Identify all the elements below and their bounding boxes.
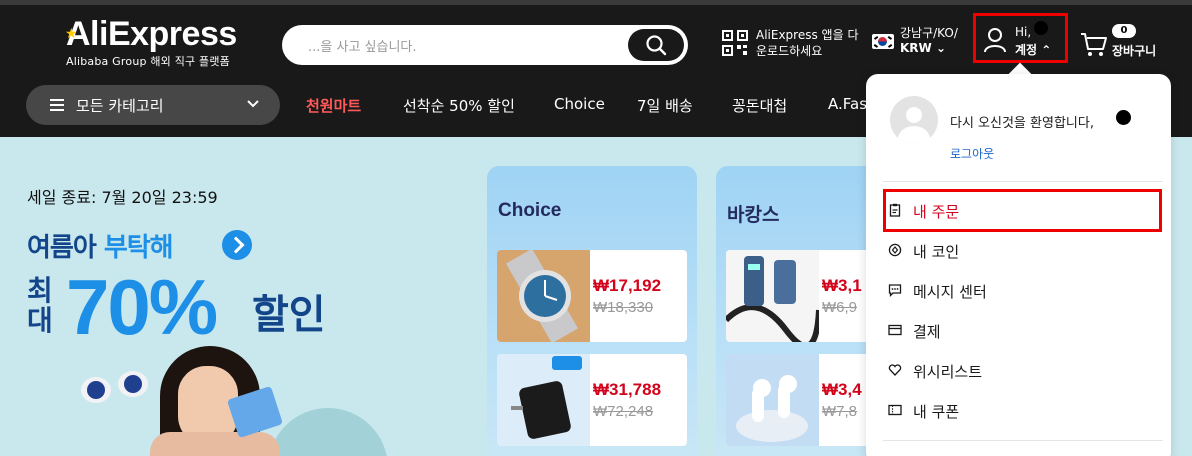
divider <box>883 440 1163 441</box>
welcome-message: 다시 오신것을 환영합니다, <box>950 116 1094 131</box>
logo-text: AliExpress <box>66 15 237 53</box>
usb-cable-image <box>726 250 819 342</box>
region-location: 강남구/KO/ <box>900 26 958 40</box>
menu-item-payment[interactable]: 결제 <box>888 319 1158 343</box>
card-title: Choice <box>498 200 562 221</box>
nav-item-1000won-mart[interactable]: 천원마트 <box>306 95 361 116</box>
menu-icon <box>50 99 64 111</box>
promo-sale-label: 할인 <box>252 292 326 338</box>
product-old-price: ₩6,9 <box>822 299 858 316</box>
aliexpress-logo[interactable]: ★ AliExpress Alibaba Group 해외 직구 플랫폼 <box>65 15 246 72</box>
app-download-text: AliExpress 앱을 다 운로드하세요 <box>756 27 866 59</box>
product-price: ₩3,4 <box>822 380 862 399</box>
search-button[interactable] <box>628 29 684 61</box>
region-selector[interactable]: 강남구/KO/ KRW ⌄ <box>872 24 968 60</box>
app-download-link[interactable]: AliExpress 앱을 다 운로드하세요 <box>722 27 862 61</box>
leaf-illustration <box>268 408 388 456</box>
redacted-username <box>1116 110 1131 125</box>
search-icon <box>646 35 667 56</box>
user-icon <box>984 28 1006 53</box>
menu-item-label: 내 쿠폰 <box>913 403 960 421</box>
all-categories-button[interactable]: 모든 카테고리 <box>26 85 280 125</box>
promo-percent: 70% <box>66 263 218 351</box>
menu-item-label: 내 코인 <box>913 243 960 261</box>
currency-label: KRW <box>900 41 932 55</box>
logout-link[interactable]: 로그아웃 <box>950 145 994 162</box>
logo-tagline: Alibaba Group 해외 직구 플랫폼 <box>66 55 230 68</box>
coin-icon <box>888 243 902 257</box>
nav-item-kkongdon[interactable]: 꽁돈대첩 <box>732 95 787 116</box>
model-body <box>150 432 280 456</box>
account-greeting: Hi, <box>1015 25 1032 39</box>
account-label: 계정 <box>1015 43 1038 57</box>
charger-image <box>497 354 590 446</box>
menu-item-message-center[interactable]: 메시지 센터 <box>888 279 1158 303</box>
payment-icon <box>888 324 902 336</box>
product-old-price: ₩72,248 <box>593 403 654 420</box>
promo-max-label: 최대 <box>27 274 53 337</box>
chevron-down-icon <box>247 100 259 108</box>
account-dropdown-menu: 다시 오신것을 환영합니다, 로그아웃 내 주문 내 코인 메시지 센터 결제 … <box>866 74 1171 456</box>
menu-item-label: 위시리스트 <box>913 363 983 381</box>
search-input[interactable]: ...을 사고 싶습니다. <box>308 36 417 55</box>
earbuds-image <box>726 354 819 446</box>
menu-item-my-coupons[interactable]: 내 쿠폰 <box>888 399 1158 423</box>
product-price: ₩31,788 <box>593 380 662 399</box>
account-label-row: 계정 ⌃ <box>1015 41 1051 58</box>
nav-item-50-off[interactable]: 선착순 50% 할인 <box>403 95 515 116</box>
choice-card[interactable]: Choice ₩17,192 ₩18,330 ₩31,788 ₩72,248 <box>487 166 697 456</box>
menu-item-wishlist[interactable]: 위시리스트 <box>888 359 1158 383</box>
qr-code-icon <box>722 30 748 56</box>
nav-item-afast[interactable]: A.Fas <box>828 95 867 113</box>
avatar <box>890 96 938 144</box>
chevron-down-icon: ⌄ <box>935 41 947 55</box>
card-title: 바캉스 <box>727 205 780 226</box>
sunglasses-illustration <box>81 371 148 403</box>
redacted-username <box>1034 21 1048 35</box>
product-tile[interactable]: ₩31,788 ₩72,248 <box>497 354 687 446</box>
message-icon <box>888 284 902 297</box>
sale-end-text: 세일 종료: 7월 20일 23:59 <box>27 188 218 207</box>
cart-label: 장바구니 <box>1112 44 1157 58</box>
product-old-price: ₩18,330 <box>593 299 654 316</box>
menu-item-label: 결제 <box>913 323 941 341</box>
chevron-up-icon: ⌃ <box>1041 43 1052 57</box>
cart-icon <box>1081 33 1107 56</box>
cart-button[interactable]: 0 장바구니 <box>1080 24 1170 64</box>
region-currency: KRW ⌄ <box>900 41 946 55</box>
cart-count-badge: 0 <box>1112 24 1136 38</box>
promo-headline-a: 여름아 <box>27 233 97 263</box>
all-categories-label: 모든 카테고리 <box>76 97 164 115</box>
korea-flag-icon <box>872 34 894 49</box>
promo-headline-b: 부탁해 <box>103 233 174 263</box>
header-top-strip <box>0 0 1192 5</box>
search-bar[interactable]: ...을 사고 싶습니다. <box>282 25 688 65</box>
product-old-price: ₩7,8 <box>822 403 858 420</box>
product-price: ₩3,1 <box>822 276 862 295</box>
nav-item-choice[interactable]: Choice <box>554 95 605 113</box>
app-download-line2: 운로드하세요 <box>756 44 823 58</box>
logo-star-icon: ★ <box>65 26 78 42</box>
nav-item-7day-delivery[interactable]: 7일 배송 <box>637 95 693 116</box>
divider <box>883 181 1163 182</box>
promo-arrow-icon[interactable] <box>222 230 252 260</box>
account-button[interactable]: Hi, 계정 ⌃ <box>973 13 1068 63</box>
promo-headline[interactable]: 여름아 부탁해 <box>27 227 174 264</box>
menu-item-label: 메시지 센터 <box>913 283 987 301</box>
app-download-line1: AliExpress 앱을 다 <box>756 28 859 42</box>
coupon-icon <box>888 404 902 416</box>
menu-item-my-coins[interactable]: 내 코인 <box>888 239 1158 263</box>
product-price: ₩17,192 <box>593 276 662 295</box>
highlight-box <box>883 189 1162 232</box>
watch-image <box>497 250 590 342</box>
product-tile[interactable]: ₩17,192 ₩18,330 <box>497 250 687 342</box>
heart-icon <box>888 364 902 376</box>
